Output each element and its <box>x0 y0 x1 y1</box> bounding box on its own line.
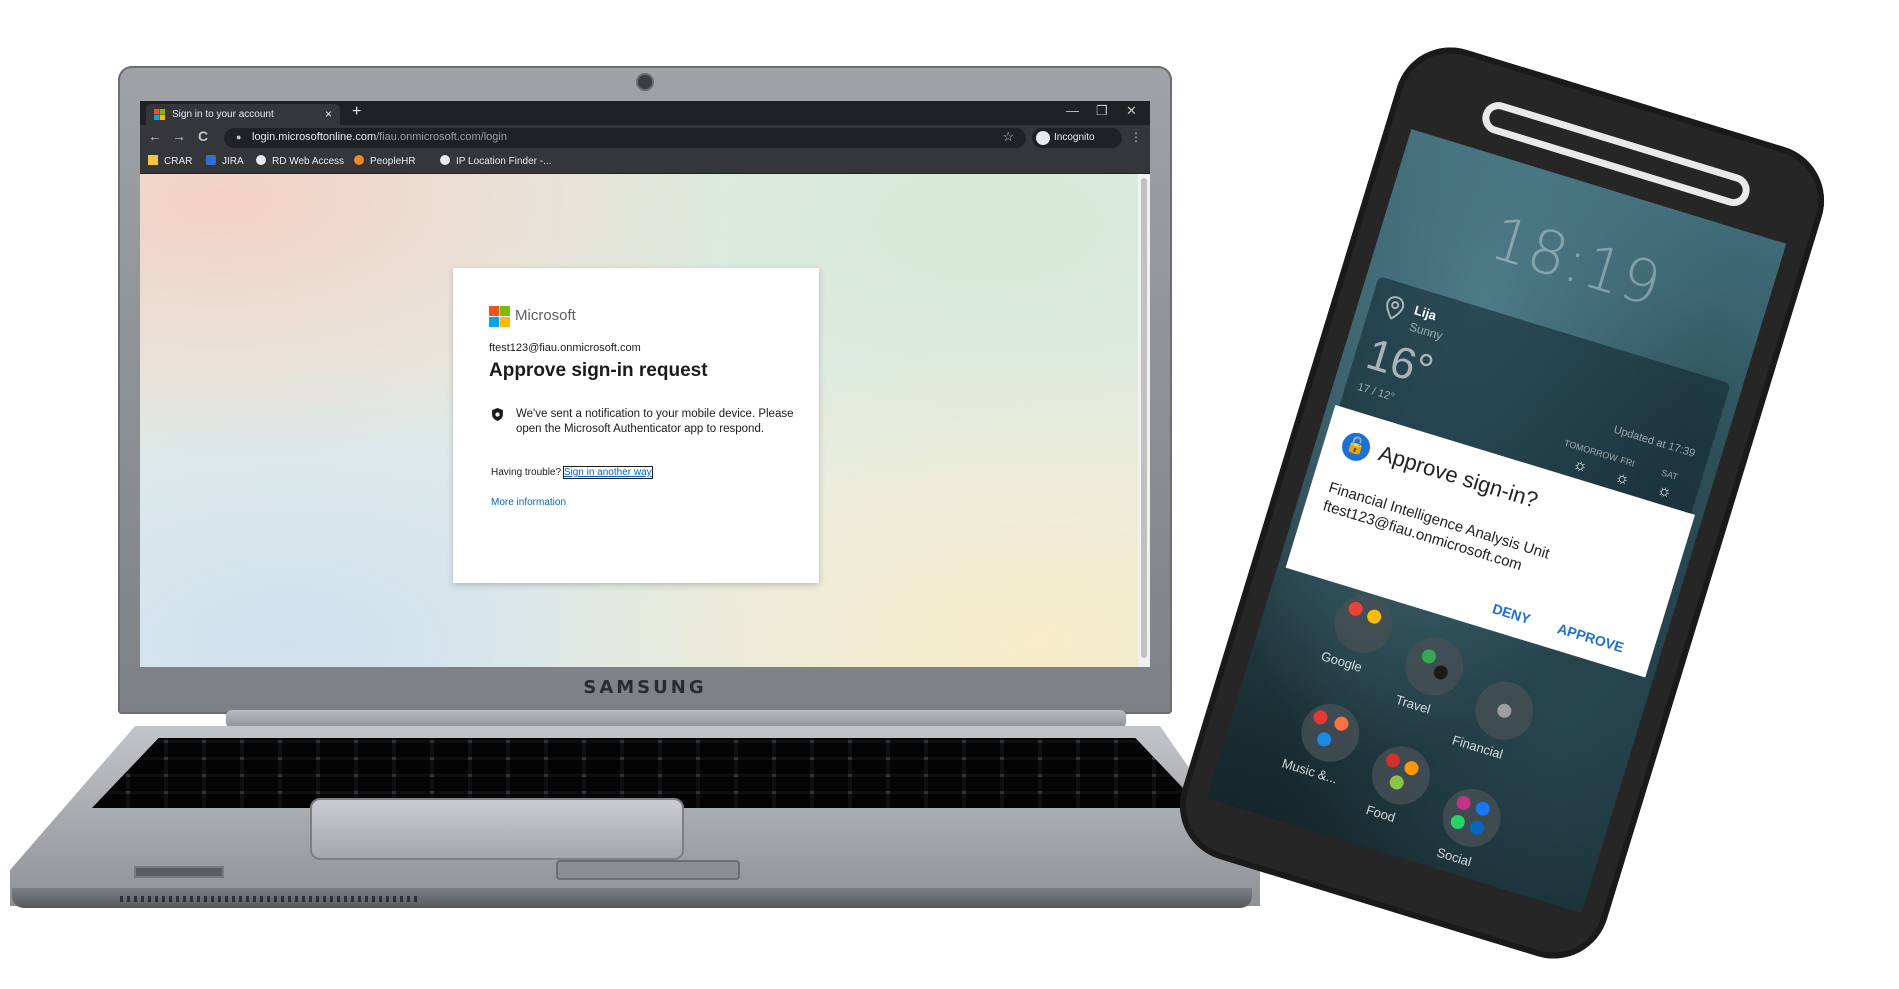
tab-signin[interactable]: Sign in to your account × <box>146 104 340 125</box>
tab-bar: Sign in to your account × + — ❐ ✕ <box>140 101 1150 125</box>
microsoft-logo-icon <box>154 109 165 120</box>
minimize-button[interactable]: — <box>1066 103 1079 118</box>
laptop-brand: SAMSUNG <box>583 677 707 698</box>
folder-social-icon[interactable] <box>1435 781 1508 855</box>
page-background: Microsoft ftest123@fiau.onmicrosoft.com … <box>140 174 1138 667</box>
microsoft-logo-icon <box>489 306 511 328</box>
close-window-button[interactable]: ✕ <box>1126 103 1137 119</box>
bookmarks-bar: CRAR JIRA RD Web Access PeopleHR IP Loca… <box>140 151 1150 174</box>
maximize-button[interactable]: ❐ <box>1096 103 1108 119</box>
weather-condition: Sunny <box>1407 319 1445 343</box>
bookmark-crar[interactable]: CRAR <box>148 155 192 167</box>
browser-window: Sign in to your account × + — ❐ ✕ ← → C … <box>140 101 1150 667</box>
folder-music-icon[interactable] <box>1294 696 1367 770</box>
new-tab-button[interactable]: + <box>352 103 361 121</box>
browser-toolbar: ← → C ● login.microsoftonline.com/fiau.o… <box>140 125 1150 151</box>
side-port <box>134 866 224 878</box>
incognito-label: Incognito <box>1054 132 1095 143</box>
address-bar[interactable]: ● login.microsoftonline.com/fiau.onmicro… <box>224 128 1026 148</box>
bookmark-peoplehr[interactable]: PeopleHR <box>354 155 416 167</box>
having-trouble: Having trouble? Sign in another way <box>491 466 653 479</box>
tab-title: Sign in to your account <box>172 109 274 120</box>
reload-button[interactable]: C <box>198 128 208 144</box>
back-button[interactable]: ← <box>148 128 162 144</box>
forward-button[interactable]: → <box>172 128 186 144</box>
folder-financial-icon[interactable] <box>1468 674 1541 747</box>
lock-icon: ● <box>236 132 242 142</box>
webcam <box>636 73 654 91</box>
url-text: login.microsoftonline.com/fiau.onmicroso… <box>252 131 507 143</box>
approve-button[interactable]: APPROVE <box>1556 620 1626 655</box>
laptop-hinge <box>226 710 1126 728</box>
menu-icon[interactable]: ⋮ <box>1130 130 1142 144</box>
bookmark-jira[interactable]: JIRA <box>206 155 244 167</box>
notification-message: We've sent a notification to your mobile… <box>516 408 794 435</box>
incognito-icon <box>1036 131 1050 145</box>
page-title: Approve sign-in request <box>489 360 708 381</box>
authenticator-icon <box>492 408 503 421</box>
scrollbar[interactable] <box>1138 174 1150 667</box>
location-pin-icon <box>1386 296 1405 320</box>
scrollbar-thumb[interactable] <box>1141 178 1147 658</box>
sign-in-another-way-link[interactable]: Sign in another way <box>562 466 653 479</box>
deny-button[interactable]: DENY <box>1491 600 1533 627</box>
front-latch <box>556 860 740 880</box>
trouble-label: Having trouble? <box>491 467 562 478</box>
folder-social-label: Social <box>1434 844 1474 870</box>
url-host: login.microsoftonline.com <box>252 131 377 143</box>
folder-travel-icon[interactable] <box>1398 630 1471 703</box>
bookmark-ip-location-finder[interactable]: IP Location Finder -... <box>440 155 551 167</box>
authenticator-icon: 🔓 <box>1338 429 1374 465</box>
folder-travel-label: Travel <box>1393 691 1433 717</box>
touchpad <box>310 798 684 860</box>
microsoft-brand: Microsoft <box>515 307 576 324</box>
star-icon[interactable]: ☆ <box>1002 129 1014 145</box>
bookmark-rd-web-access[interactable]: RD Web Access <box>256 155 344 167</box>
tab-close-icon[interactable]: × <box>325 104 332 125</box>
signin-card: Microsoft ftest123@fiau.onmicrosoft.com … <box>453 268 819 583</box>
url-path: /fiau.onmicrosoft.com/login <box>376 131 507 143</box>
weather-updated: Updated at 17:39 <box>1612 423 1697 460</box>
incognito-badge[interactable]: Incognito <box>1032 128 1122 148</box>
vents <box>120 896 420 902</box>
more-information-link[interactable]: More information <box>491 497 566 508</box>
folder-food-icon[interactable] <box>1364 739 1438 812</box>
folder-food-label: Food <box>1364 802 1398 826</box>
account-email: ftest123@fiau.onmicrosoft.com <box>489 342 641 354</box>
